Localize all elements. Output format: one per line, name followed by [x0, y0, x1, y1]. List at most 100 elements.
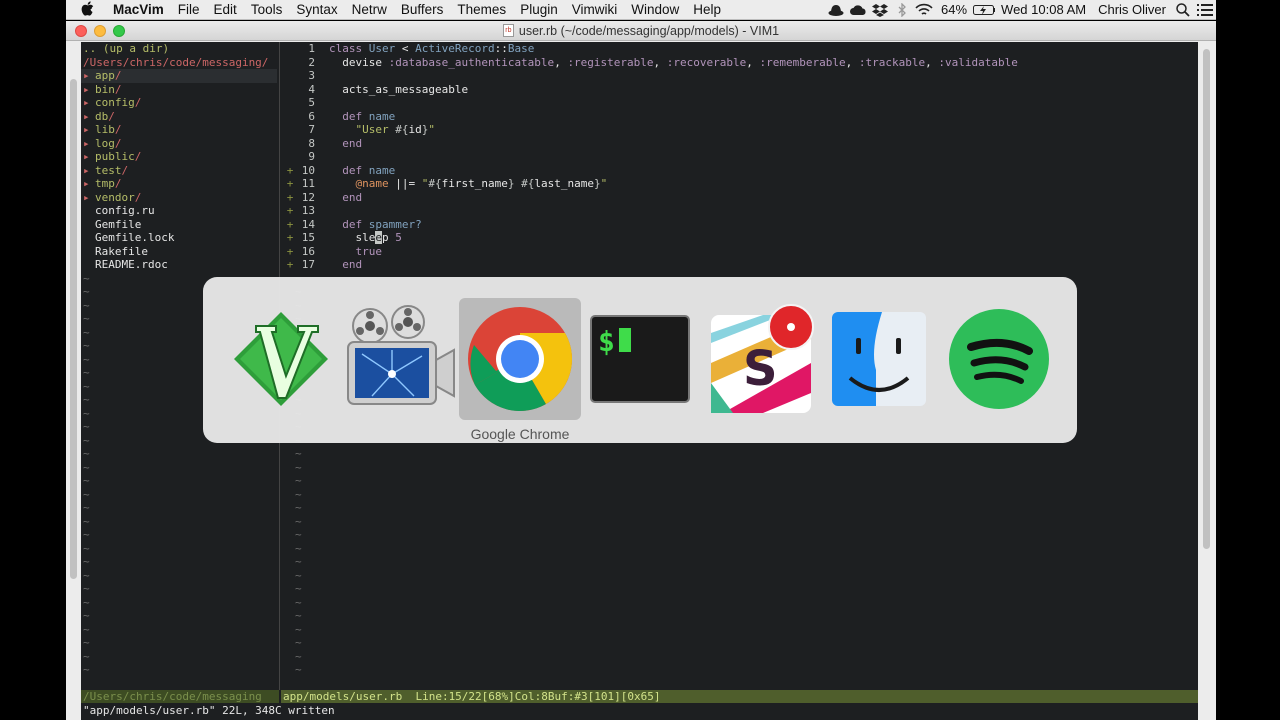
app-switcher: $ S Google Chrome [203, 277, 1077, 443]
bluetooth-icon[interactable] [891, 2, 913, 17]
left-scrollbar[interactable] [66, 41, 81, 720]
tree-dir-log[interactable]: ▸ log/ [81, 137, 277, 151]
cloud-icon[interactable] [847, 4, 869, 16]
expand-arrow-icon: ▸ [83, 150, 90, 163]
empty-line-tilde: ~ [295, 460, 302, 474]
empty-line-tilde: ~ [295, 663, 302, 676]
code-line: +14 def spammer? [286, 217, 422, 231]
scrollbar-thumb[interactable] [70, 79, 77, 579]
tree-dir-app[interactable]: ▸ app/ [81, 69, 277, 83]
empty-line-tilde: ~ [83, 595, 90, 609]
expand-arrow-icon: ▸ [83, 109, 90, 123]
tree-dir-test[interactable]: ▸ test/ [81, 164, 277, 178]
code-line: +10 def name [286, 163, 396, 177]
empty-line-tilde: ~ [83, 460, 90, 474]
battery-percent[interactable]: 64% [935, 2, 973, 17]
alfred-hat-icon[interactable] [825, 3, 847, 17]
svg-text:$: $ [598, 325, 615, 358]
selected-app-name: Google Chrome [470, 426, 570, 442]
clock[interactable]: Wed 10:08 AM [995, 2, 1092, 17]
close-window-button[interactable] [75, 25, 87, 37]
empty-line-tilde: ~ [83, 541, 90, 555]
menu-app-name[interactable]: MacVim [106, 2, 171, 17]
menu-window[interactable]: Window [624, 2, 686, 17]
empty-line-tilde: ~ [83, 663, 90, 676]
empty-line-tilde: ~ [295, 582, 302, 595]
expand-arrow-icon: ▸ [83, 96, 90, 109]
app-finder[interactable] [818, 298, 940, 420]
menu-themes[interactable]: Themes [450, 2, 513, 17]
empty-line-tilde: ~ [83, 474, 90, 487]
ruby-file-icon: rb [502, 24, 514, 37]
code-line: 1 class User < ActiveRecord::Base [308, 42, 535, 55]
menu-buffers[interactable]: Buffers [394, 2, 451, 17]
tree-root-path[interactable]: /Users/chris/code/messaging/ [81, 56, 277, 70]
menu-plugin[interactable]: Plugin [513, 2, 565, 17]
expand-arrow-icon: ▸ [83, 136, 90, 150]
terminal-icon: $ [590, 315, 690, 403]
empty-line-tilde: ~ [83, 582, 90, 595]
app-terminal[interactable]: $ [579, 298, 701, 420]
window-titlebar[interactable]: rb user.rb (~/code/messaging/app/models)… [66, 21, 1216, 41]
notification-center-icon[interactable] [1194, 3, 1216, 16]
tree-dir-db[interactable]: ▸ db/ [81, 110, 277, 124]
menu-vimwiki[interactable]: Vimwiki [565, 2, 625, 17]
app-google-chrome[interactable] [459, 298, 581, 420]
empty-line-tilde: ~ [295, 636, 302, 649]
app-macvim[interactable] [220, 298, 342, 420]
spotlight-search-icon[interactable] [1172, 2, 1194, 17]
code-line: +13 [286, 204, 315, 217]
empty-line-tilde: ~ [295, 622, 302, 636]
minimize-window-button[interactable] [94, 25, 106, 37]
status-right-info: app/models/user.rb Line:15/22[68%]Col:8B… [281, 690, 1199, 703]
right-scrollbar[interactable] [1198, 41, 1216, 720]
empty-line-tilde: ~ [83, 501, 90, 514]
screenflow-icon [347, 305, 455, 405]
svg-text:S: S [743, 341, 778, 397]
tree-file-readme[interactable]: README.rdoc [81, 258, 277, 272]
tree-dir-lib[interactable]: ▸ lib/ [81, 123, 277, 137]
menu-tools[interactable]: Tools [244, 2, 290, 17]
tree-dir-bin[interactable]: ▸ bin/ [81, 83, 277, 97]
status-line: /Users/chris/code/messaging app/models/u… [81, 690, 1199, 703]
expand-arrow-icon: ▸ [83, 82, 90, 96]
empty-line-tilde: ~ [83, 528, 90, 541]
tree-dir-public[interactable]: ▸ public/ [81, 150, 277, 164]
tree-dir-config[interactable]: ▸ config/ [81, 96, 277, 110]
tree-dir-tmp[interactable]: ▸ tmp/ [81, 177, 277, 191]
command-line[interactable]: "app/models/user.rb" 22L, 348C written [81, 704, 1199, 718]
tree-file-config-ru[interactable]: config.ru [81, 204, 277, 218]
tree-dir-vendor[interactable]: ▸ vendor/ [81, 191, 277, 205]
menu-syntax[interactable]: Syntax [289, 2, 344, 17]
menu-help[interactable]: Help [686, 2, 728, 17]
expand-arrow-icon: ▸ [83, 177, 90, 190]
app-spotify[interactable] [938, 298, 1060, 420]
tree-file-rakefile[interactable]: Rakefile [81, 245, 277, 259]
tree-up-dir[interactable]: .. (up a dir) [81, 42, 277, 56]
code-line: 3 [308, 69, 315, 82]
app-slack[interactable]: S [698, 298, 820, 420]
macvim-icon [234, 312, 328, 406]
empty-line-tilde: ~ [295, 649, 302, 663]
menu-edit[interactable]: Edit [207, 2, 244, 17]
user-name[interactable]: Chris Oliver [1092, 2, 1172, 17]
menu-netrw[interactable]: Netrw [345, 2, 394, 17]
scrollbar-thumb[interactable] [1203, 49, 1210, 549]
tree-file-gemfile-lock[interactable]: Gemfile.lock [81, 231, 277, 245]
zoom-window-button[interactable] [113, 25, 125, 37]
empty-line-tilde: ~ [83, 514, 90, 528]
code-line: 9 [308, 150, 315, 163]
empty-line-tilde: ~ [295, 541, 302, 555]
status-left-path: /Users/chris/code/messaging [81, 690, 279, 703]
empty-line-tilde: ~ [83, 555, 90, 568]
tree-file-gemfile[interactable]: Gemfile [81, 218, 277, 232]
expand-arrow-icon: ▸ [83, 163, 90, 177]
code-line: 7 "User #{id}" [308, 123, 435, 136]
apple-icon[interactable] [74, 0, 100, 19]
app-screenflow[interactable] [340, 298, 462, 420]
menu-file[interactable]: File [171, 2, 207, 17]
dropbox-icon[interactable] [869, 3, 891, 17]
battery-icon[interactable] [973, 4, 996, 16]
empty-line-tilde: ~ [295, 501, 302, 514]
wifi-icon[interactable] [913, 3, 935, 16]
